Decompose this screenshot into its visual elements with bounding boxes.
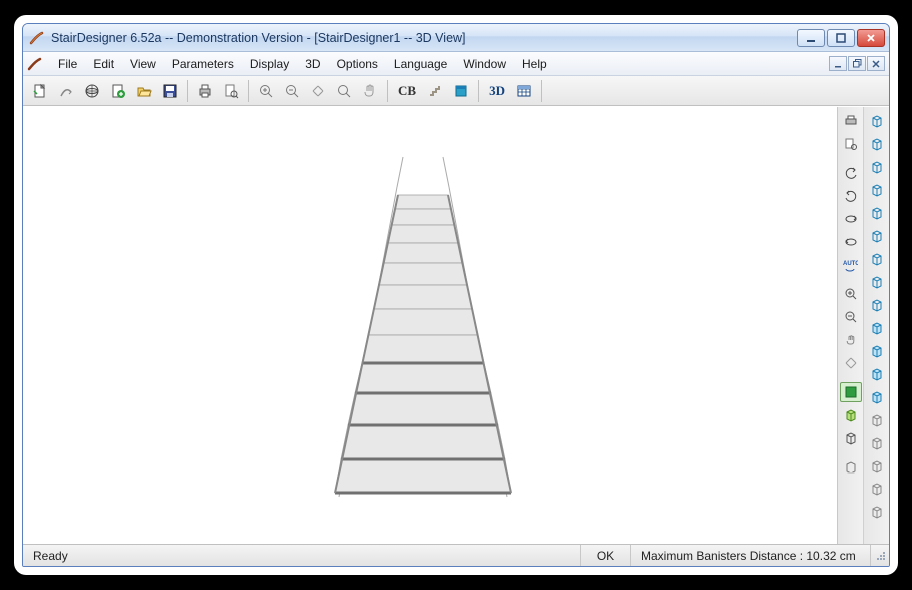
close-button[interactable]	[857, 29, 885, 47]
side-preview-icon[interactable]	[840, 134, 862, 154]
side-rotate-up-icon[interactable]	[840, 209, 862, 229]
side-toolbar-left: AUTO	[837, 107, 863, 544]
menu-view[interactable]: View	[123, 55, 163, 73]
svg-text:AUTO: AUTO	[843, 261, 858, 267]
cube-view-5-icon[interactable]	[866, 203, 888, 223]
menu-help[interactable]: Help	[515, 55, 554, 73]
menu-parameters[interactable]: Parameters	[165, 55, 241, 73]
tool-panel-icon[interactable]	[449, 79, 473, 103]
tool-print-icon[interactable]	[193, 79, 217, 103]
minimize-button[interactable]	[797, 29, 825, 47]
tool-table-icon[interactable]	[512, 79, 536, 103]
cube-view-6-icon[interactable]	[866, 226, 888, 246]
toolbar-separator	[541, 80, 542, 102]
cube-view-14-icon[interactable]	[866, 410, 888, 430]
side-box-view-icon[interactable]	[840, 428, 862, 448]
cube-view-18-icon[interactable]	[866, 502, 888, 522]
menu-app-icon	[27, 56, 43, 72]
tool-globe-icon[interactable]	[80, 79, 104, 103]
stair-render	[23, 107, 823, 537]
side-zoom-out-icon[interactable]	[840, 307, 862, 327]
side-auto-rotate-icon[interactable]: AUTO	[840, 255, 862, 275]
menu-edit[interactable]: Edit	[86, 55, 121, 73]
side-wire-view-icon[interactable]	[840, 405, 862, 425]
mdi-restore-button[interactable]	[848, 56, 866, 71]
status-ready: Ready	[23, 545, 581, 566]
cube-view-8-icon[interactable]	[866, 272, 888, 292]
cube-view-15-icon[interactable]	[866, 433, 888, 453]
side-toolbar-right	[863, 107, 889, 544]
toolbar-separator	[187, 80, 188, 102]
side-box-shadow-icon[interactable]	[840, 457, 862, 477]
tool-3d-button[interactable]: 3D	[484, 79, 510, 103]
tool-new-icon[interactable]	[28, 79, 52, 103]
tool-zoom-out-icon[interactable]	[280, 79, 304, 103]
menu-file[interactable]: File	[51, 55, 84, 73]
cube-view-1-icon[interactable]	[866, 111, 888, 131]
cube-view-17-icon[interactable]	[866, 479, 888, 499]
menu-options[interactable]: Options	[330, 55, 385, 73]
tool-zoom-in-icon[interactable]	[254, 79, 278, 103]
mdi-close-button[interactable]	[867, 56, 885, 71]
resize-grip-icon[interactable]	[871, 548, 889, 564]
main-toolbar: CB 3D	[23, 76, 889, 106]
statusbar: Ready OK Maximum Banisters Distance : 10…	[23, 544, 889, 566]
tool-zoom-fit-icon[interactable]	[306, 79, 330, 103]
window-controls	[797, 29, 885, 47]
maximize-button[interactable]	[827, 29, 855, 47]
menu-display[interactable]: Display	[243, 55, 296, 73]
app-icon	[29, 30, 45, 46]
status-info: Maximum Banisters Distance : 10.32 cm	[631, 545, 871, 566]
toolbar-separator	[387, 80, 388, 102]
cube-view-2-icon[interactable]	[866, 134, 888, 154]
cube-view-16-icon[interactable]	[866, 456, 888, 476]
toolbar-separator	[478, 80, 479, 102]
side-extents-icon[interactable]	[840, 353, 862, 373]
menu-window[interactable]: Window	[456, 55, 513, 73]
side-rotate-right-icon[interactable]	[840, 186, 862, 206]
menu-language[interactable]: Language	[387, 55, 454, 73]
tool-print-preview-icon[interactable]	[219, 79, 243, 103]
tool-open-icon[interactable]	[132, 79, 156, 103]
mdi-minimize-button[interactable]	[829, 56, 847, 71]
tool-save-icon[interactable]	[158, 79, 182, 103]
tool-stair-icon[interactable]	[423, 79, 447, 103]
mdi-controls	[829, 56, 885, 71]
cube-view-11-icon[interactable]	[866, 341, 888, 361]
window-title: StairDesigner 6.52a -- Demonstration Ver…	[51, 31, 797, 45]
side-rotate-left-icon[interactable]	[840, 163, 862, 183]
cube-view-13-icon[interactable]	[866, 387, 888, 407]
cube-view-4-icon[interactable]	[866, 180, 888, 200]
app-window: StairDesigner 6.52a -- Demonstration Ver…	[22, 23, 890, 567]
side-solid-view-icon[interactable]	[840, 382, 862, 402]
side-pan-icon[interactable]	[840, 330, 862, 350]
cube-view-3-icon[interactable]	[866, 157, 888, 177]
tool-page-add-icon[interactable]	[106, 79, 130, 103]
titlebar: StairDesigner 6.52a -- Demonstration Ver…	[23, 24, 889, 52]
side-print-icon[interactable]	[840, 111, 862, 131]
cube-view-9-icon[interactable]	[866, 295, 888, 315]
tool-cb-button[interactable]: CB	[393, 79, 421, 103]
side-rotate-down-icon[interactable]	[840, 232, 862, 252]
toolbar-separator	[248, 80, 249, 102]
status-ok: OK	[581, 545, 631, 566]
workspace: AUTO	[23, 106, 889, 544]
menu-3d[interactable]: 3D	[298, 55, 327, 73]
tool-zoom-icon[interactable]	[332, 79, 356, 103]
cube-view-12-icon[interactable]	[866, 364, 888, 384]
tool-curve-icon[interactable]	[54, 79, 78, 103]
tool-pan-hand-icon[interactable]	[358, 79, 382, 103]
cube-view-10-icon[interactable]	[866, 318, 888, 338]
menubar: File Edit View Parameters Display 3D Opt…	[23, 52, 889, 76]
cube-view-7-icon[interactable]	[866, 249, 888, 269]
side-zoom-in-icon[interactable]	[840, 284, 862, 304]
3d-viewport[interactable]	[23, 107, 837, 544]
